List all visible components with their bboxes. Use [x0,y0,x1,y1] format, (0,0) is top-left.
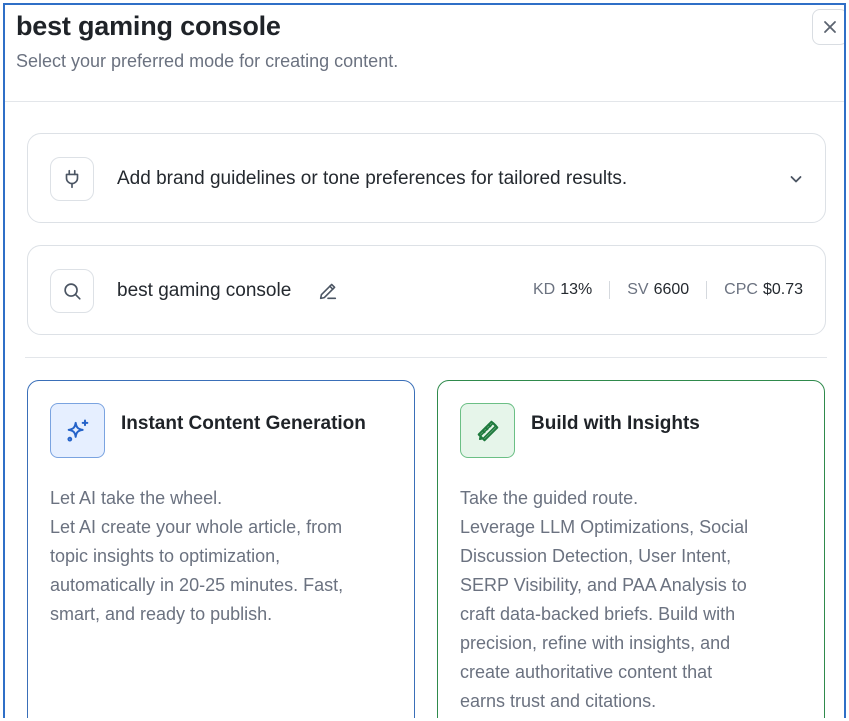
brand-guidelines-label: Add brand guidelines or tone preferences… [117,168,628,189]
keyword-label: best gaming console [117,280,292,301]
description-line: Let AI create your whole article, from [50,517,343,537]
description-line: smart, and ready to publish. [50,604,273,624]
metric-value: $0.73 [762,281,803,298]
search-icon [50,269,94,313]
mode-description: Let AI take the wheel. Let AI create you… [50,484,398,629]
metric-sv: SV 6600 [627,281,689,299]
metric-divider [706,281,708,299]
close-button[interactable] [812,9,844,45]
description-line: SERP Visibility, and PAA Analysis to [460,575,747,595]
description-line: Let AI take the wheel. [50,488,223,508]
description-line: precision, refine with insights, and [460,633,731,653]
description-line: create authoritative content that [460,662,713,682]
page-title: best gaming console [16,11,281,41]
pencil-icon [319,283,337,300]
description-line: automatically in 20-25 minutes. Fast, [50,575,344,595]
section-divider [25,357,827,358]
chevron-down-icon [785,168,807,190]
description-line: topic insights to optimization, [50,546,281,566]
mode-title: Build with Insights [531,413,700,434]
metric-label: KD [532,281,556,298]
sparkles-icon [50,403,105,458]
metric-divider [609,281,611,299]
build-with-insights-option[interactable]: Build with Insights Take the guided rout… [437,380,825,718]
modal-dialog: best gaming console Select your preferre… [3,3,846,718]
plug-icon [50,157,94,201]
page-subtitle: Select your preferred mode for creating … [16,51,399,71]
pencil-ruler-icon [460,403,515,458]
description-line: Discussion Detection, User Intent, [460,546,732,566]
metric-value: 6600 [653,281,690,298]
metric-label: SV [627,281,649,298]
metric-label: CPC [724,281,758,298]
description-line: Take the guided route. [460,488,639,508]
metric-value: 13% [560,281,593,298]
description-line: earns trust and citations. [460,691,657,711]
instant-content-generation-option[interactable]: Instant Content Generation Let AI take t… [27,380,415,718]
edit-keyword-button[interactable] [317,280,339,302]
close-icon [824,21,836,33]
keyword-metrics: KD 13% SV 6600 CPC $0.73 [533,281,803,299]
description-line: craft data-backed briefs. Build with [460,604,736,624]
metric-kd: KD 13% [533,281,592,299]
metric-cpc: CPC $0.73 [724,281,803,299]
keyword-card: best gaming console KD 13% SV 6600 CPC $… [27,245,826,335]
description-line: Leverage LLM Optimizations, Social [460,517,749,537]
mode-description: Take the guided route. Leverage LLM Opti… [460,484,808,716]
mode-title: Instant Content Generation [121,413,366,434]
modal-header: best gaming console Select your preferre… [5,5,844,102]
brand-guidelines-toggle[interactable]: Add brand guidelines or tone preferences… [27,133,826,223]
